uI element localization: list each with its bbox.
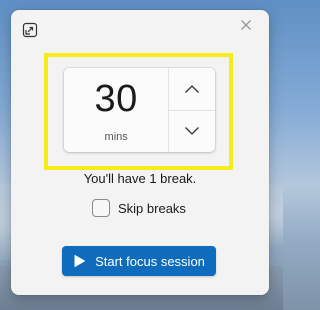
break-info-text: You'll have 1 break. (83, 171, 197, 186)
start-focus-session-button[interactable]: Start focus session (62, 246, 216, 276)
decrease-duration-button[interactable] (169, 111, 215, 153)
duration-steppers (169, 68, 215, 152)
duration-picker[interactable]: 30 mins (64, 68, 215, 152)
skip-breaks-checkbox[interactable] (92, 199, 110, 217)
skip-breaks-option[interactable]: Skip breaks (92, 198, 186, 218)
duration-display[interactable]: 30 mins (64, 68, 170, 152)
expand-window-icon (22, 22, 38, 38)
duration-unit: mins (104, 131, 128, 143)
skip-breaks-label[interactable]: Skip breaks (118, 201, 186, 216)
play-icon (73, 254, 86, 268)
chevron-up-icon (184, 84, 200, 94)
close-icon (240, 19, 252, 31)
close-button[interactable] (237, 16, 255, 34)
increase-duration-button[interactable] (169, 68, 215, 111)
start-focus-session-label: Start focus session (95, 253, 205, 269)
focus-session-flyout: 30 mins You'll have 1 break. Skip breaks… (11, 10, 269, 295)
duration-value: 30 (94, 78, 138, 120)
chevron-down-icon (184, 126, 200, 136)
expand-window-button[interactable] (20, 20, 40, 40)
